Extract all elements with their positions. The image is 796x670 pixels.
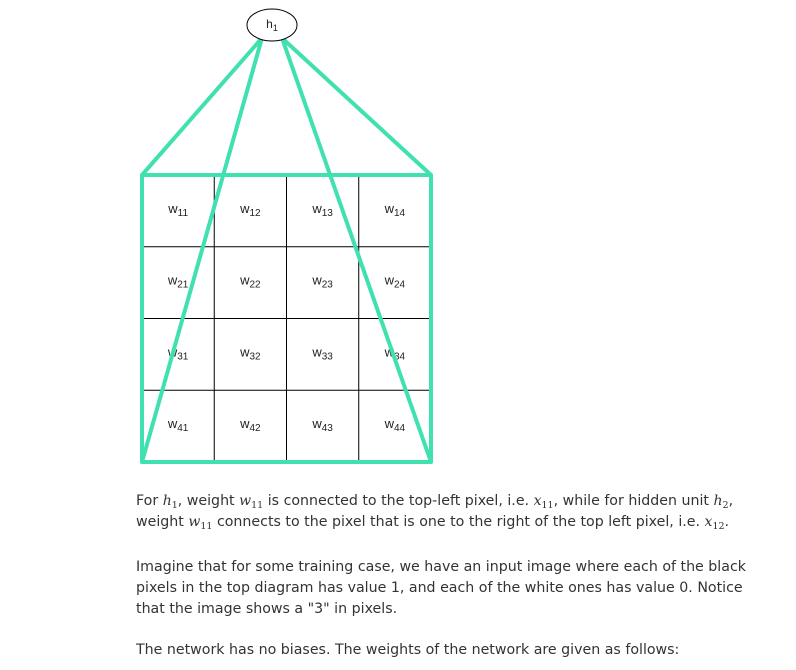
weight-label-base: w <box>167 201 178 216</box>
math-w11-second-sub: 11 <box>200 521 213 532</box>
math-w11-second-base: w <box>188 514 201 530</box>
para1-text-7: connects to the pixel that is one to the… <box>212 514 705 530</box>
math-x12: x12 <box>705 514 725 532</box>
para1-text-1: For <box>136 493 163 509</box>
weight-label-base: w <box>384 201 395 216</box>
math-w11-base: w <box>239 493 252 509</box>
weight-label-base: w <box>239 273 250 288</box>
weight-label-sub: 13 <box>322 208 334 219</box>
weight-label-sub: 31 <box>177 351 189 362</box>
hidden-unit-node: h1 <box>246 8 298 42</box>
math-h2: h2 <box>713 493 729 510</box>
paragraph-weight-explanation: For h1, weight w11 is connected to the t… <box>136 491 766 533</box>
weight-label-w24: w24 <box>384 273 406 291</box>
weight-label-sub: 41 <box>177 423 189 434</box>
weight-label-w42: w42 <box>239 416 261 434</box>
weight-label-base: w <box>311 416 322 431</box>
paragraph-network-weights: The network has no biases. The weights o… <box>136 640 766 661</box>
weight-label-w23: w23 <box>311 273 333 291</box>
connection-line-inner-left <box>140 37 264 463</box>
weight-label-sub: 42 <box>250 423 262 434</box>
weight-label-w11: w11 <box>167 201 188 219</box>
para1-text-3: is connected to the top-left pixel, i.e. <box>263 493 534 509</box>
weight-label-base: w <box>311 201 322 216</box>
weight-label-base: w <box>239 344 250 359</box>
para3-text: The network has no biases. The weights o… <box>136 642 680 658</box>
weight-label-base: w <box>239 201 250 216</box>
math-x11: x11 <box>534 493 554 511</box>
para1-text-4: , while for hidden unit <box>553 493 714 509</box>
math-h2-base: h <box>713 493 723 509</box>
weight-label-sub: 23 <box>322 280 334 291</box>
receptive-field-diagram: w11 w12 w13 w14w21 w22 w23 w24w31 w32 w33 w34w41 w… <box>140 8 433 464</box>
weight-label-sub: 12 <box>250 208 262 219</box>
node-label-sub: 1 <box>273 23 278 33</box>
math-x12-sub: 12 <box>712 521 725 532</box>
weight-label-sub: 44 <box>394 423 406 434</box>
math-w11: w11 <box>239 493 264 511</box>
math-h1-base: h <box>162 493 172 509</box>
weight-label-base: w <box>311 273 322 288</box>
weight-label-base: w <box>239 416 250 431</box>
weight-label-sub: 32 <box>250 351 262 362</box>
weight-label-w21: w21 <box>167 273 189 291</box>
weight-label-w44: w44 <box>384 416 406 434</box>
weight-label-base: w <box>167 273 178 288</box>
weight-label-w14: w14 <box>384 201 406 219</box>
weight-label-sub: 33 <box>322 351 334 362</box>
node-label-base: h <box>266 17 273 31</box>
weight-label-sub: 14 <box>394 208 406 219</box>
weight-label-sub: 43 <box>322 423 334 434</box>
weight-label-base: w <box>167 416 178 431</box>
weight-label-w43: w43 <box>311 416 333 434</box>
weight-label-sub: 24 <box>394 280 406 291</box>
weight-label-w41: w41 <box>167 416 189 434</box>
para1-text-8: . <box>724 514 730 530</box>
math-w11-second: w11 <box>188 514 213 532</box>
weight-label-sub: 22 <box>250 280 262 291</box>
weight-label-base: w <box>311 344 322 359</box>
para1-text-2: , weight <box>177 493 240 509</box>
paragraph-training-case: Imagine that for some training case, we … <box>136 557 766 620</box>
weight-label-sub: 21 <box>177 280 189 291</box>
weight-label-base: w <box>384 273 395 288</box>
weight-label-w13: w13 <box>311 201 333 219</box>
math-h1: h1 <box>162 493 178 510</box>
weight-label-w33: w33 <box>311 344 333 362</box>
weight-label-base: w <box>384 416 395 431</box>
weight-label-w22: w22 <box>239 273 261 291</box>
para1-text-5: , <box>728 493 734 509</box>
weight-label-w32: w32 <box>239 344 261 362</box>
para2-text: Imagine that for some training case, we … <box>136 559 746 617</box>
connection-line-inner-right <box>280 37 433 463</box>
math-x11-sub: 11 <box>541 500 554 511</box>
math-w11-sub: 11 <box>251 500 264 511</box>
para1-text-6: weight <box>136 514 189 530</box>
weight-label-w12: w12 <box>239 201 261 219</box>
weight-label-sub: 11 <box>178 208 189 219</box>
